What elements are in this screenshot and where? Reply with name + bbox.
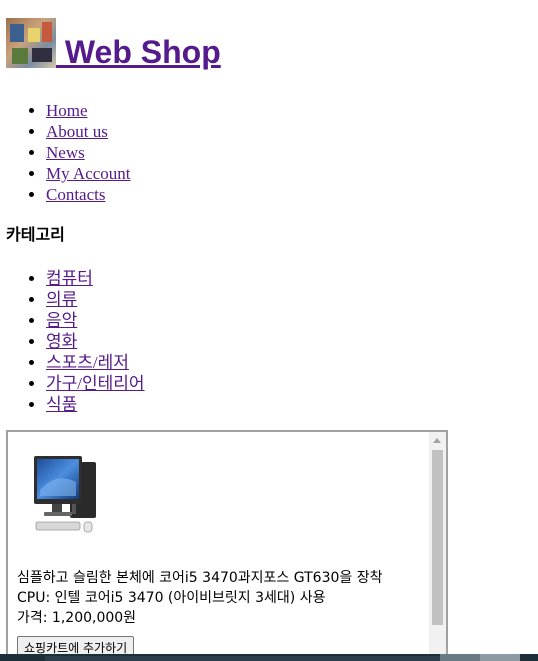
taskbar-strip [0, 654, 538, 661]
nav-item-about: About us [46, 121, 131, 142]
header: Web Shop [6, 18, 221, 74]
category-link-clothing[interactable]: 의류 [46, 290, 77, 309]
category-heading: 카테고리 [6, 227, 65, 244]
category-link-sports[interactable]: 스포츠/레저 [46, 353, 129, 372]
category-item: 음악 [46, 310, 145, 331]
site-title[interactable]: Web Shop [56, 36, 221, 68]
home-logo-link[interactable]: Web Shop [6, 18, 221, 68]
category-link-furniture[interactable]: 가구/인테리어 [46, 374, 145, 393]
category-item: 영화 [46, 331, 145, 352]
desktop-computer-image [32, 452, 100, 540]
category-link-movies[interactable]: 영화 [46, 332, 77, 351]
nav-item-account: My Account [46, 163, 131, 184]
nav-link-news[interactable]: News [46, 143, 85, 162]
nav-item-news: News [46, 142, 131, 163]
category-item: 가구/인테리어 [46, 373, 145, 394]
nav-link-contacts[interactable]: Contacts [46, 185, 106, 204]
nav-link-home[interactable]: Home [46, 101, 88, 120]
scroll-thumb[interactable] [432, 450, 443, 625]
category-item: 스포츠/레저 [46, 352, 145, 373]
product-price: 가격: 1,200,000원 [17, 610, 137, 626]
frame-scrollbar[interactable] [429, 432, 446, 661]
category-link-food[interactable]: 식품 [46, 395, 77, 414]
product-description: 심플하고 슬림한 본체에 코어i5 3470과지포스 GT630을 장착 CPU… [17, 568, 417, 628]
category-link-computer[interactable]: 컴퓨터 [46, 269, 93, 288]
nav-link-my-account[interactable]: My Account [46, 164, 131, 183]
category-item: 식품 [46, 394, 145, 415]
nav-item-contacts: Contacts [46, 184, 131, 205]
product-description-text: 심플하고 슬림한 본체에 코어i5 3470과지포스 GT630을 장착 CPU… [17, 570, 383, 606]
category-list: 컴퓨터 의류 음악 영화 스포츠/레저 가구/인테리어 식품 [6, 268, 145, 415]
category-link-music[interactable]: 음악 [46, 311, 77, 330]
main-nav: Home About us News My Account Contacts [6, 100, 131, 205]
category-item: 의류 [46, 289, 145, 310]
scroll-up-arrow-icon[interactable] [433, 438, 441, 443]
shop-logo-image[interactable] [6, 18, 56, 68]
nav-link-about-us[interactable]: About us [46, 122, 108, 141]
product-card: 심플하고 슬림한 본체에 코어i5 3470과지포스 GT630을 장착 CPU… [17, 452, 417, 659]
nav-item-home: Home [46, 100, 131, 121]
category-item: 컴퓨터 [46, 268, 145, 289]
product-frame[interactable]: 심플하고 슬림한 본체에 코어i5 3470과지포스 GT630을 장착 CPU… [6, 430, 448, 661]
